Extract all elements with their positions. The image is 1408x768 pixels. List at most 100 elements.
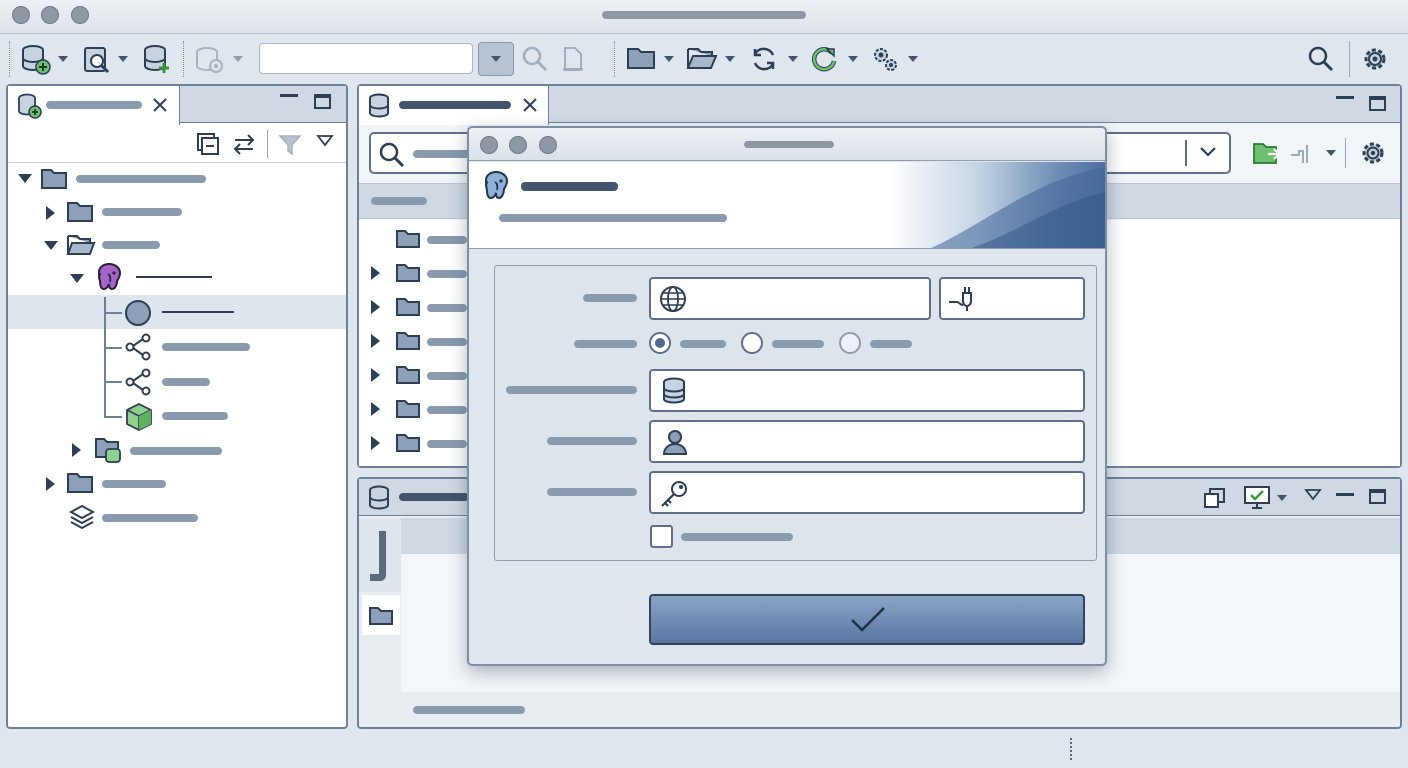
database-icon <box>661 377 687 405</box>
tree-item-label[interactable] <box>162 311 234 313</box>
preferences-icon[interactable] <box>1360 44 1390 74</box>
chevron-down-icon[interactable] <box>1199 146 1217 158</box>
sql-editor-dropdown-icon[interactable] <box>118 56 128 62</box>
navigator-tab-label <box>46 101 142 109</box>
password-field[interactable] <box>649 471 1085 514</box>
settings-dropdown-icon[interactable] <box>908 56 918 62</box>
search-icon[interactable] <box>1308 46 1334 72</box>
folder-icon[interactable] <box>626 45 656 71</box>
tree-item-label[interactable] <box>130 447 222 455</box>
tree-item-label[interactable] <box>162 343 250 351</box>
expand-toggle-icon[interactable] <box>18 174 32 183</box>
radio-option-2[interactable] <box>741 332 763 354</box>
radio-option-1[interactable] <box>649 332 671 354</box>
dialog-close-button[interactable] <box>480 136 498 154</box>
close-window-button[interactable] <box>12 6 30 24</box>
database-field[interactable] <box>649 369 1085 412</box>
new-database-icon[interactable] <box>142 43 172 75</box>
tab-navigator[interactable] <box>8 86 180 125</box>
port-field[interactable] <box>939 277 1085 320</box>
results-side-handle[interactable] <box>370 531 386 581</box>
minimize-panel-icon[interactable] <box>280 94 298 97</box>
refresh-icon[interactable] <box>750 45 778 73</box>
connect-by-label <box>574 340 637 348</box>
minimize-panel-icon[interactable] <box>1336 96 1354 99</box>
open-folder-icon <box>66 233 96 257</box>
folder-db-icon <box>94 435 124 465</box>
maximize-panel-icon[interactable] <box>1369 96 1386 111</box>
link-icon[interactable] <box>1289 143 1315 165</box>
search-icon[interactable] <box>522 46 548 72</box>
folder-icon <box>40 167 68 191</box>
save-password-checkbox[interactable] <box>650 525 673 548</box>
new-connection-dropdown-icon[interactable] <box>58 56 68 62</box>
view-menu-icon[interactable] <box>316 134 334 148</box>
tree-item-label[interactable] <box>102 480 166 488</box>
tree-item-label[interactable] <box>102 241 160 249</box>
toolbar-search-input[interactable] <box>259 43 473 74</box>
folder-dropdown-icon[interactable] <box>664 56 674 62</box>
settings-icon[interactable] <box>1359 139 1387 167</box>
collapse-toggle-icon[interactable] <box>44 241 58 250</box>
monitor-check-icon[interactable] <box>1243 485 1271 511</box>
close-icon[interactable] <box>521 96 539 114</box>
maximize-panel-icon[interactable] <box>1369 489 1386 504</box>
expand-toggle-icon[interactable] <box>72 443 81 457</box>
open-folder-dropdown-icon[interactable] <box>725 56 735 62</box>
dialog-header <box>469 162 1105 249</box>
maximize-panel-icon[interactable] <box>314 94 331 109</box>
refresh-dropdown-icon[interactable] <box>788 56 798 62</box>
tree-item-label[interactable] <box>162 412 228 420</box>
user-icon <box>661 428 689 456</box>
close-icon[interactable] <box>151 96 169 114</box>
tree-item-label[interactable] <box>102 514 198 522</box>
new-connection-icon <box>16 93 42 119</box>
results-folder-tab[interactable] <box>362 595 400 635</box>
host-label <box>583 294 637 302</box>
minimize-window-button[interactable] <box>41 6 59 24</box>
tree-item-label[interactable] <box>76 175 206 183</box>
view-menu-icon[interactable] <box>1304 488 1322 502</box>
database-settings-icon[interactable] <box>194 45 226 75</box>
navigator-tree <box>8 163 346 727</box>
open-folder-icon[interactable] <box>686 45 718 71</box>
reconnect-dropdown-icon[interactable] <box>848 56 858 62</box>
maximize-window-button[interactable] <box>71 6 89 24</box>
database-navigator-panel <box>6 84 348 729</box>
dialog-minimize-button[interactable] <box>509 136 527 154</box>
new-connection-icon[interactable] <box>20 43 52 75</box>
link-with-editor-icon[interactable] <box>231 131 257 157</box>
results-tab-label <box>399 493 469 501</box>
tree-item-label[interactable] <box>102 208 182 216</box>
tree-item-label[interactable] <box>162 378 210 386</box>
confirm-button[interactable] <box>649 594 1085 645</box>
tree-item-label[interactable] <box>136 276 212 278</box>
tab-editor[interactable] <box>359 86 549 125</box>
monitor-dropdown-icon[interactable] <box>1277 495 1287 501</box>
filter-icon[interactable] <box>278 133 302 157</box>
expand-toggle-icon[interactable] <box>46 206 55 220</box>
collapse-all-icon[interactable] <box>196 132 220 156</box>
toolbar-search-dropdown-button[interactable] <box>478 42 514 76</box>
copy-icon[interactable] <box>560 45 586 73</box>
folder-icon <box>395 364 421 386</box>
settings-icon[interactable] <box>870 44 900 74</box>
database-settings-dropdown-icon[interactable] <box>233 56 243 62</box>
expand-toggle-icon[interactable] <box>46 477 55 491</box>
username-field[interactable] <box>649 420 1085 463</box>
export-folder-icon[interactable] <box>1252 139 1282 167</box>
connection-form <box>494 265 1097 561</box>
link-dropdown-icon[interactable] <box>1326 150 1336 156</box>
reconnect-icon[interactable] <box>810 45 838 73</box>
minimize-panel-icon[interactable] <box>1336 493 1354 496</box>
collapse-toggle-icon[interactable] <box>70 274 84 283</box>
cube-icon <box>124 402 154 432</box>
host-field[interactable] <box>649 277 931 320</box>
postgresql-elephant-icon <box>479 170 513 206</box>
dialog-maximize-button[interactable] <box>539 136 557 154</box>
sql-editor-icon[interactable] <box>82 45 112 75</box>
dialog-title <box>744 141 834 148</box>
restore-icon[interactable] <box>1203 486 1227 510</box>
radio-option-3[interactable] <box>839 332 861 354</box>
database-icon <box>367 93 391 119</box>
